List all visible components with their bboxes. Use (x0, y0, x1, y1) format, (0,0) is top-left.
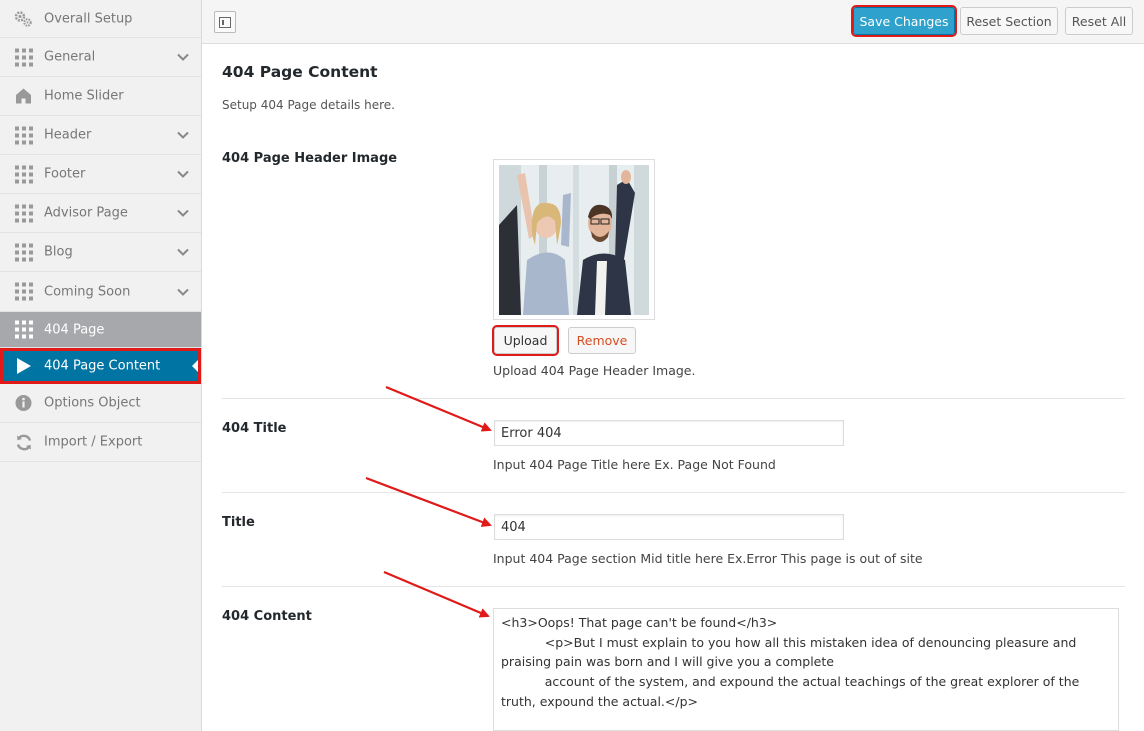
sidebar-item-import-export[interactable]: Import / Export (0, 423, 201, 462)
sidebar-item-label: Options Object (44, 395, 141, 411)
chevron-down-icon[interactable] (177, 246, 189, 258)
404-content-textarea[interactable]: <h3>Oops! That page can't be found</h3> … (493, 608, 1119, 731)
row-divider (222, 398, 1125, 399)
sidebar-item-label: Blog (44, 244, 73, 260)
sidebar-item-label: Coming Soon (44, 284, 131, 299)
section-description: Setup 404 Page details here. (222, 98, 395, 112)
chevron-down-icon[interactable] (177, 129, 189, 141)
remove-button[interactable]: Remove (568, 327, 636, 354)
row-divider (222, 492, 1125, 493)
chevron-down-icon[interactable] (177, 168, 189, 180)
sidebar-item-label: Header (44, 127, 92, 143)
title-input[interactable] (494, 514, 844, 540)
reset-section-button[interactable]: Reset Section (960, 7, 1058, 35)
refresh-icon (14, 433, 33, 452)
row-divider (222, 586, 1125, 587)
reset-all-button[interactable]: Reset All (1065, 7, 1133, 35)
sidebar-item-label: Advisor Page (44, 205, 128, 221)
title-label: Title (222, 515, 255, 530)
chevron-down-icon[interactable] (177, 51, 189, 63)
sidebar-toggle-icon (219, 16, 231, 28)
gears-icon (14, 9, 33, 28)
home-icon (14, 87, 33, 106)
header-image-description: Upload 404 Page Header Image. (493, 363, 696, 378)
sidebar-item-advisor-page[interactable]: Advisor Page (0, 194, 201, 233)
grid-icon (14, 126, 33, 145)
sidebar-item-label: Home Slider (44, 88, 124, 104)
sidebar-item-overall-setup[interactable]: Overall Setup (0, 0, 201, 38)
sidebar-item-404-page[interactable]: 404 Page (0, 312, 201, 348)
sidebar-item-header[interactable]: Header (0, 116, 201, 155)
save-changes-button[interactable]: Save Changes (851, 5, 957, 37)
sidebar-item-label: 404 Page (44, 322, 105, 337)
options-main-panel: 404 Page Content Setup 404 Page details … (202, 45, 1144, 731)
sidebar-item-general[interactable]: General (0, 38, 201, 77)
title-description: Input 404 Page section Mid title here Ex… (493, 551, 923, 566)
sidebar-item-label: General (44, 49, 96, 65)
sidebar-item-label: 404 Page Content (44, 358, 161, 373)
sidebar-item-label: Overall Setup (44, 11, 133, 26)
sidebar-item-label: Footer (44, 166, 86, 182)
chevron-down-icon[interactable] (177, 286, 189, 298)
404-title-label: 404 Title (222, 421, 287, 436)
grid-icon (14, 282, 33, 301)
grid-icon (14, 165, 33, 184)
404-title-input[interactable] (494, 420, 844, 446)
grid-icon (14, 204, 33, 223)
sidebar-item-home-slider[interactable]: Home Slider (0, 77, 201, 116)
sidebar-item-options-object[interactable]: Options Object (0, 384, 201, 423)
grid-icon (14, 243, 33, 262)
page-title: 404 Page Content (222, 63, 378, 81)
expand-toggle-button[interactable] (214, 11, 236, 33)
options-sidebar: Overall Setup General Home Slider Header… (0, 0, 202, 731)
grid-icon (14, 320, 33, 339)
sidebar-item-blog[interactable]: Blog (0, 233, 201, 272)
play-icon (14, 356, 33, 375)
sidebar-item-footer[interactable]: Footer (0, 155, 201, 194)
chevron-down-icon[interactable] (177, 207, 189, 219)
404-title-description: Input 404 Page Title here Ex. Page Not F… (493, 457, 776, 472)
upload-button[interactable]: Upload (492, 325, 559, 356)
info-icon (14, 394, 33, 413)
options-toolbar: Save Changes Reset Section Reset All (202, 0, 1144, 44)
header-image-photo (499, 165, 649, 315)
grid-icon (14, 48, 33, 67)
sidebar-item-404-page-content[interactable]: 404 Page Content (0, 348, 201, 384)
sidebar-item-coming-soon[interactable]: Coming Soon (0, 272, 201, 312)
sidebar-item-label: Import / Export (44, 434, 143, 450)
header-image-label: 404 Page Header Image (222, 151, 398, 166)
active-caret-icon (192, 359, 198, 372)
header-image-preview[interactable] (493, 159, 655, 320)
404-content-label: 404 Content (222, 609, 312, 624)
